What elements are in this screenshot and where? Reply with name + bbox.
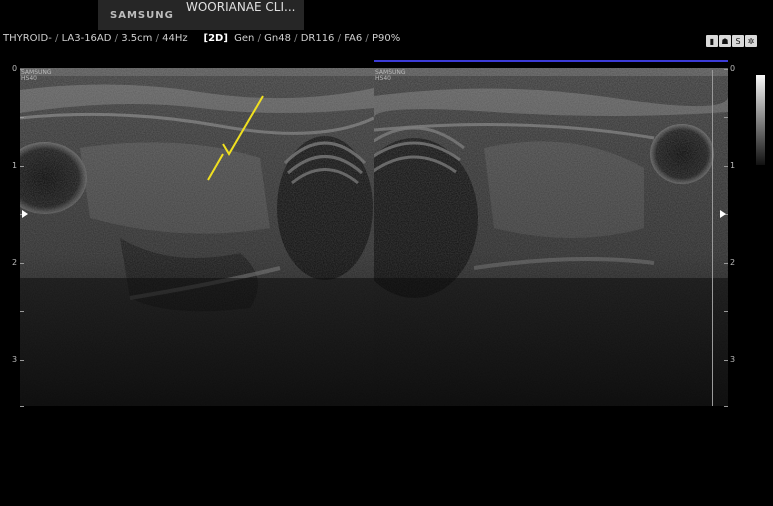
ultrasound-image-left[interactable]: SAMSUNG HS40 — [20, 68, 374, 406]
depth-scale-right: 0 1 2 3 — [722, 64, 736, 408]
depth-label-2: 2 — [730, 258, 736, 267]
frame-average: FA6 — [344, 33, 363, 44]
active-frame-indicator — [374, 60, 728, 62]
probe-icon: ▮ — [706, 35, 718, 47]
grayscale-bar — [756, 75, 765, 165]
depth-label-2: 2 — [12, 258, 18, 267]
depth-label-1: 1 — [730, 161, 736, 170]
frame-rate: 44Hz — [162, 33, 188, 44]
brand-bar: SAMSUNG WOORIANAE CLI... — [98, 0, 304, 30]
s-icon: S — [732, 35, 744, 47]
right-model-label: SAMSUNG HS40 — [375, 69, 406, 82]
mode: [2D] — [203, 33, 228, 44]
gen: Gen — [234, 33, 255, 44]
right-edge-line — [712, 70, 713, 406]
samsung-logo: SAMSUNG — [110, 10, 174, 21]
preset: THYROID- — [3, 33, 52, 44]
status-icons: ▮ ☗ S ✲ — [706, 35, 757, 47]
focus-marker-right — [720, 210, 726, 218]
depth-label-3: 3 — [730, 355, 736, 364]
dynamic-range: DR116 — [300, 33, 335, 44]
gear-icon: ✲ — [745, 35, 757, 47]
clinic-name: WOORIANAE CLI... — [186, 0, 296, 14]
left-model-label: SAMSUNG HS40 — [21, 69, 52, 82]
depth: 3.5cm — [121, 33, 153, 44]
gain: Gn48 — [264, 33, 291, 44]
ultrasound-image-right[interactable]: SAMSUNG HS40 — [374, 68, 728, 406]
power: P90% — [371, 33, 401, 44]
body-icon: ☗ — [719, 35, 731, 47]
focus-marker-left — [22, 210, 28, 218]
depth-label-0: 0 — [12, 64, 18, 73]
depth-label-1: 1 — [12, 161, 18, 170]
imaging-parameters: THYROID- / LA3-16AD / 3.5cm / 44Hz [2D] … — [3, 33, 401, 44]
probe: LA3-16AD — [61, 33, 112, 44]
depth-scale-left: 0 1 2 3 — [6, 64, 24, 408]
depth-label-3: 3 — [12, 355, 18, 364]
depth-label-0: 0 — [730, 64, 736, 73]
